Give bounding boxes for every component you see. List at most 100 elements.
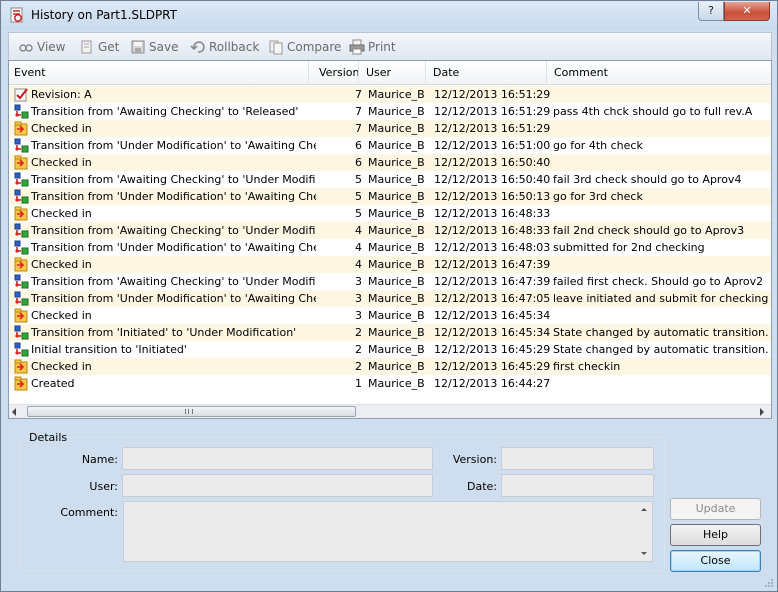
version-label: Version:	[452, 453, 497, 466]
row-user: Maurice_B	[368, 326, 425, 339]
row-version: 3	[355, 309, 362, 322]
horizontal-scrollbar[interactable]	[9, 404, 771, 418]
row-date: 12/12/2013 16:47:39	[434, 275, 550, 288]
row-date: 12/12/2013 16:50:40	[434, 173, 550, 186]
help-button[interactable]: Help	[670, 524, 761, 546]
table-row[interactable]: Checked in 4 Maurice_B 12/12/2013 16:47:39	[9, 256, 771, 273]
version-field[interactable]	[501, 447, 654, 470]
table-row[interactable]: Transition from 'Under Modification' to …	[9, 239, 771, 256]
table-row[interactable]: Transition from 'Awaiting Checking' to '…	[9, 103, 771, 120]
table-row[interactable]: Checked in 3 Maurice_B 12/12/2013 16:45:34	[9, 307, 771, 324]
date-field[interactable]	[501, 474, 654, 497]
column-header-date[interactable]: Date	[426, 61, 547, 85]
row-event: Checked in	[31, 122, 92, 135]
get-icon	[81, 40, 92, 54]
row-event: Transition from 'Under Modification' to …	[31, 190, 316, 203]
update-button[interactable]: Update	[670, 498, 761, 520]
table-row[interactable]: Transition from 'Awaiting Checking' to '…	[9, 222, 771, 239]
transition-icon	[14, 172, 30, 187]
table-row[interactable]: Transition from 'Awaiting Checking' to '…	[9, 273, 771, 290]
rollback-icon	[190, 41, 205, 53]
table-row[interactable]: Transition from 'Under Modification' to …	[9, 290, 771, 307]
transition-icon	[14, 291, 30, 306]
row-date: 12/12/2013 16:45:29	[434, 343, 550, 356]
name-field[interactable]	[122, 447, 433, 470]
row-event: Transition from 'Initiated' to 'Under Mo…	[31, 326, 297, 339]
printer-icon	[349, 39, 365, 55]
row-date: 12/12/2013 16:50:13	[434, 190, 550, 203]
table-row[interactable]: Revision: A 7 Maurice_B 12/12/2013 16:51:29	[9, 86, 771, 103]
row-comment: first checkin	[553, 360, 621, 373]
row-date: 12/12/2013 16:44:27	[434, 377, 550, 390]
row-version: 1	[355, 377, 362, 390]
column-header-comment[interactable]: Comment	[547, 61, 771, 85]
table-row[interactable]: Created 1 Maurice_B 12/12/2013 16:44:27	[9, 375, 771, 392]
row-user: Maurice_B	[368, 122, 425, 135]
history-grid: Event Version User Date Comment Revision…	[8, 60, 772, 419]
scroll-left-icon[interactable]	[12, 408, 16, 416]
pdm-file-icon	[10, 7, 23, 23]
title-bar[interactable]: History on Part1.SLDPRT ? ✕	[1, 1, 777, 30]
row-version: 7	[355, 88, 362, 101]
close-button[interactable]: Close	[670, 550, 761, 572]
scroll-right-icon[interactable]	[760, 408, 764, 416]
row-user: Maurice_B	[368, 275, 425, 288]
title-close-button[interactable]: ✕	[724, 2, 770, 21]
table-row[interactable]: Checked in 2 Maurice_B 12/12/2013 16:45:29 f…	[9, 358, 771, 375]
row-event: Created	[31, 377, 75, 390]
transition-icon	[14, 274, 30, 289]
row-version: 5	[355, 190, 362, 203]
comment-field[interactable]	[123, 501, 653, 562]
row-user: Maurice_B	[368, 258, 425, 271]
column-header-event[interactable]: Event	[9, 61, 309, 85]
row-comment: fail 3rd check should go to Aprov4	[553, 173, 742, 186]
resize-grip-icon[interactable]	[764, 578, 774, 588]
history-dialog: History on Part1.SLDPRT ? ✕ View Get Sav…	[0, 0, 778, 592]
table-row[interactable]: Checked in 7 Maurice_B 12/12/2013 16:51:29	[9, 120, 771, 137]
transition-icon	[14, 240, 30, 255]
row-version: 4	[355, 258, 362, 271]
table-row[interactable]: Transition from 'Awaiting Checking' to '…	[9, 171, 771, 188]
row-event: Revision: A	[31, 88, 92, 101]
row-event: Transition from 'Under Modification' to …	[31, 292, 316, 305]
table-row[interactable]: Transition from 'Under Modification' to …	[9, 137, 771, 154]
table-row[interactable]: Checked in 5 Maurice_B 12/12/2013 16:48:33	[9, 205, 771, 222]
row-comment	[553, 256, 771, 273]
created-icon	[14, 376, 30, 391]
row-comment	[553, 120, 771, 137]
table-row[interactable]: Transition from 'Initiated' to 'Under Mo…	[9, 324, 771, 341]
row-comment: failed first check. Should go to Aprov2	[553, 275, 764, 288]
row-date: 12/12/2013 16:50:40	[434, 156, 550, 169]
row-comment	[553, 375, 771, 392]
table-row[interactable]: Checked in 6 Maurice_B 12/12/2013 16:50:40	[9, 154, 771, 171]
row-date: 12/12/2013 16:47:05	[434, 292, 550, 305]
window-title: History on Part1.SLDPRT	[31, 8, 177, 22]
row-comment: State changed by automatic transition.	[553, 343, 769, 356]
column-header-version[interactable]: Version	[309, 61, 359, 85]
row-comment: submitted for 2nd checking	[553, 241, 705, 254]
table-row[interactable]: Initial transition to 'Initiated' 2 Mauric…	[9, 341, 771, 358]
row-event: Transition from 'Awaiting Checking' to '…	[31, 275, 316, 288]
row-date: 12/12/2013 16:51:29	[434, 88, 550, 101]
scroll-down-icon[interactable]	[641, 552, 647, 555]
scrollbar-thumb[interactable]	[27, 406, 356, 417]
scroll-up-icon[interactable]	[641, 508, 647, 511]
row-date: 12/12/2013 16:45:29	[434, 360, 550, 373]
row-event: Checked in	[31, 309, 92, 322]
row-version: 2	[355, 360, 362, 373]
row-user: Maurice_B	[368, 377, 425, 390]
title-help-button[interactable]: ?	[698, 2, 724, 21]
row-version: 3	[355, 292, 362, 305]
rollback-label: Rollback	[209, 40, 260, 54]
row-user: Maurice_B	[368, 241, 425, 254]
table-row[interactable]: Transition from 'Under Modification' to …	[9, 188, 771, 205]
transition-icon	[14, 223, 30, 238]
user-field[interactable]	[122, 474, 433, 497]
column-header-user[interactable]: User	[359, 61, 426, 85]
row-user: Maurice_B	[368, 139, 425, 152]
checked-in-icon	[14, 359, 30, 374]
row-version: 5	[355, 173, 362, 186]
row-event: Checked in	[31, 207, 92, 220]
row-user: Maurice_B	[368, 343, 425, 356]
view-icon	[19, 44, 33, 52]
